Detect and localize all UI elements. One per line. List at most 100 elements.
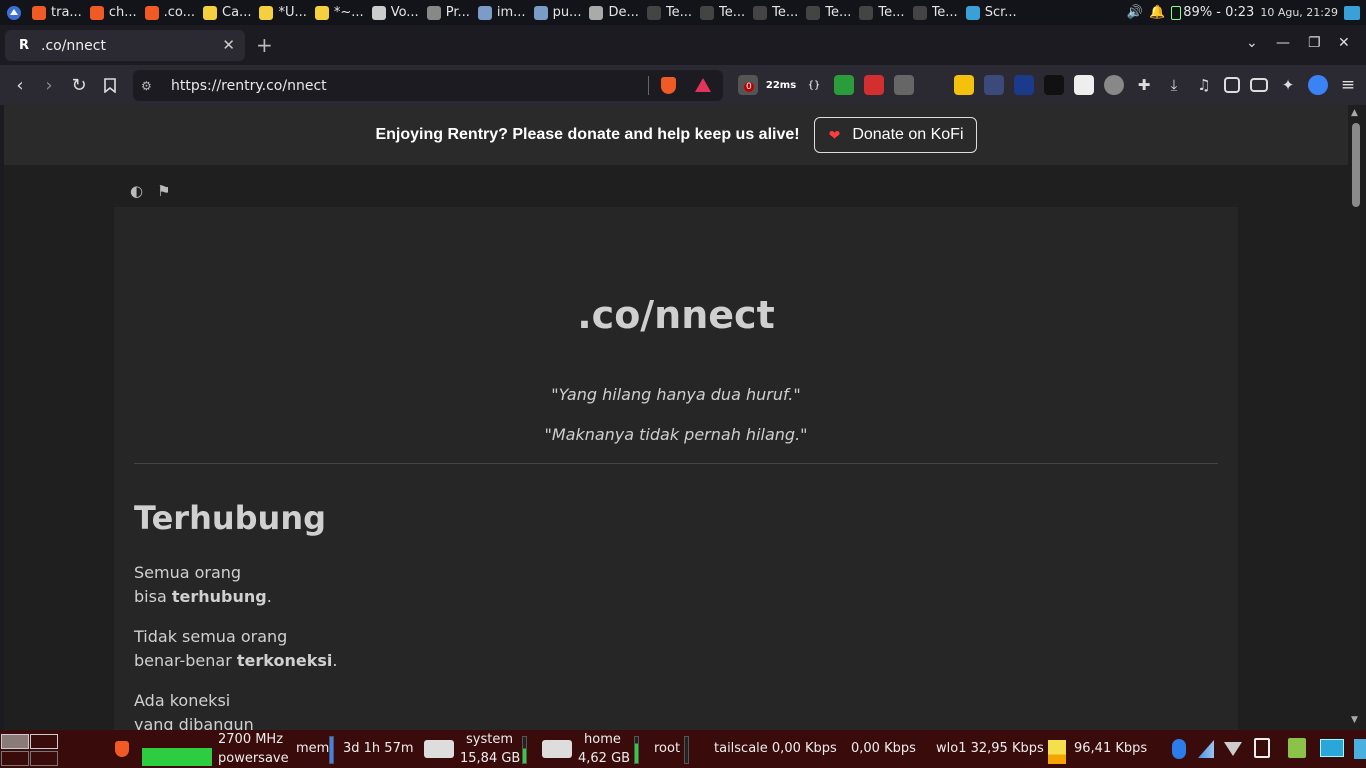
paragraph-line: Semua orang xyxy=(134,563,242,582)
taskbar-task[interactable]: tra... xyxy=(28,0,86,25)
cpu-graph xyxy=(142,736,212,766)
taskbar-task[interactable]: Te... xyxy=(749,0,802,25)
network-signal-icon[interactable] xyxy=(1198,740,1214,758)
extension-badge: 0 xyxy=(744,82,754,92)
menu-hamburger-icon[interactable]: ≡ xyxy=(1338,75,1358,95)
taskbar-task[interactable]: Te... xyxy=(696,0,749,25)
leo-ai-icon[interactable]: ✦ xyxy=(1278,75,1298,95)
quote-2: "Maknanya tidak pernah hilang." xyxy=(544,425,808,444)
address-bar[interactable]: ⚙ https://rentry.co/nnect xyxy=(133,70,723,101)
extension-red-icon[interactable] xyxy=(864,75,884,95)
taskbar-task[interactable]: Ca... xyxy=(199,0,255,25)
scroll-down-icon[interactable]: ▼ xyxy=(1351,715,1358,725)
extensions-puzzle-icon[interactable]: ✚ xyxy=(1134,75,1154,95)
task-label: ch... xyxy=(108,5,137,20)
pager-desktop-2[interactable] xyxy=(30,734,58,749)
cursor-extension-icon[interactable] xyxy=(984,75,1004,95)
report-flag-icon[interactable]: ⚑ xyxy=(157,182,170,200)
page-scrollbar[interactable]: ▲ ▼ xyxy=(1348,105,1366,730)
pager-desktop-3[interactable] xyxy=(1,751,29,766)
brave-rewards-icon[interactable] xyxy=(695,78,711,92)
scrollbar-thumb[interactable] xyxy=(1352,123,1360,207)
taskbar-task[interactable]: De... xyxy=(585,0,642,25)
extension-white-icon[interactable] xyxy=(1074,75,1094,95)
taskbar-task[interactable]: Te... xyxy=(855,0,908,25)
ping-extension-icon[interactable]: 22ms xyxy=(766,75,796,95)
site-info-icon[interactable]: ⚙ xyxy=(141,79,169,93)
brave-launcher-icon[interactable] xyxy=(115,741,129,757)
net-wlo1: wlo1 32,95 Kbps xyxy=(936,741,1044,756)
task-app-icon xyxy=(859,5,874,20)
donate-kofi-button[interactable]: ❤ Donate on KoFi xyxy=(813,117,977,153)
battery-status[interactable]: 89% - 0:23 xyxy=(1171,5,1254,20)
paragraph-3: Ada koneksi yang dibangun xyxy=(134,689,254,730)
clock[interactable]: 10 Agu, 21:29 xyxy=(1260,6,1338,19)
page-viewport: Enjoying Rentry? Please donate and help … xyxy=(4,105,1348,730)
bluetooth-icon[interactable] xyxy=(1172,739,1186,759)
taskbar-task[interactable]: *~... xyxy=(311,0,368,25)
clipboard-icon[interactable] xyxy=(1254,738,1270,758)
paragraph-2: Tidak semua orang benar-benar terkoneksi… xyxy=(134,625,337,673)
json-extension-icon[interactable]: {} xyxy=(804,75,824,95)
extension-yellow-icon[interactable] xyxy=(954,75,974,95)
get-crx-extension-icon[interactable] xyxy=(924,75,944,95)
reload-button[interactable]: ↻ xyxy=(68,74,90,96)
taskbar-task[interactable]: im... xyxy=(474,0,530,25)
pager-desktop-4[interactable] xyxy=(30,751,58,766)
scroll-up-icon[interactable]: ▲ xyxy=(1351,108,1358,118)
taskbar-task[interactable]: Te... xyxy=(909,0,962,25)
tab-strip: R .co/nnect ✕ + ⌄ — ❐ ✕ xyxy=(0,25,1366,65)
taskbar-task[interactable]: Pr... xyxy=(423,0,474,25)
extension-green-icon[interactable] xyxy=(834,75,854,95)
vpn-icon[interactable] xyxy=(1308,75,1328,95)
sidebar-toggle-icon[interactable] xyxy=(1224,77,1240,93)
close-tab-icon[interactable]: ✕ xyxy=(222,36,235,54)
trash-icon[interactable] xyxy=(1288,738,1306,758)
new-tab-button[interactable]: + xyxy=(256,33,273,57)
taskbar-task[interactable]: Te... xyxy=(643,0,696,25)
back-button[interactable]: ‹ xyxy=(9,74,31,96)
tab-rentry[interactable]: R .co/nnect ✕ xyxy=(5,30,245,61)
app-launcher-icon[interactable] xyxy=(0,0,28,25)
taskbar-task[interactable]: Vo... xyxy=(368,0,423,25)
forward-button[interactable]: › xyxy=(38,74,60,96)
notification-bell-icon[interactable]: 🔔 xyxy=(1149,5,1165,20)
task-app-icon xyxy=(32,5,46,20)
taskbar-task[interactable]: ch... xyxy=(86,0,141,25)
donate-banner: Enjoying Rentry? Please donate and help … xyxy=(4,105,1348,165)
tab-list-chevron-icon[interactable]: ⌄ xyxy=(1246,35,1258,51)
extension-dark-icon[interactable] xyxy=(1044,75,1064,95)
page-tools: ◐ ⚑ xyxy=(130,182,171,200)
brave-shields-icon[interactable] xyxy=(661,77,676,94)
paragraph-text: benar-benar xyxy=(134,651,237,670)
show-desktop-icon[interactable] xyxy=(1344,5,1360,20)
close-window-button[interactable]: ✕ xyxy=(1338,35,1350,51)
section-heading: Terhubung xyxy=(134,499,326,537)
maximize-window-button[interactable]: ❐ xyxy=(1308,35,1321,51)
disk-system-bar xyxy=(522,736,527,764)
taskbar-task[interactable]: Scr... xyxy=(962,0,1021,25)
net-tailscale-down: 0,00 Kbps xyxy=(851,741,916,756)
taskbar-task[interactable]: Te... xyxy=(802,0,855,25)
theme-toggle-icon[interactable]: ◐ xyxy=(130,182,143,200)
wifi-icon[interactable] xyxy=(1224,742,1242,756)
ublock-extension-icon[interactable]: 0 xyxy=(738,75,758,95)
media-icon[interactable]: ♫ xyxy=(1194,75,1214,95)
bookmark-icon[interactable] xyxy=(99,74,121,96)
taskbar-task[interactable]: .co... xyxy=(141,0,199,25)
pager-desktop-1[interactable] xyxy=(1,734,29,749)
extensions-toolbar: 0 22ms {} ✚ ⤓ ♫ ✦ ≡ xyxy=(738,75,1358,95)
downloads-icon[interactable]: ⤓ xyxy=(1164,75,1184,95)
extension-navy-icon[interactable] xyxy=(1014,75,1034,95)
extension-circle-icon[interactable] xyxy=(1104,75,1124,95)
task-label: im... xyxy=(496,5,526,20)
minimize-window-button[interactable]: — xyxy=(1276,35,1290,51)
taskbar-task[interactable]: pu... xyxy=(530,0,586,25)
volume-icon[interactable]: 🔊 xyxy=(1127,5,1143,20)
camera-extension-icon[interactable] xyxy=(894,75,914,95)
url-text[interactable]: https://rentry.co/nnect xyxy=(171,78,327,94)
screen-icon[interactable] xyxy=(1320,739,1344,757)
desktop-icon[interactable] xyxy=(1354,739,1366,759)
taskbar-task[interactable]: *U... xyxy=(255,0,310,25)
wallet-icon[interactable] xyxy=(1250,78,1268,92)
